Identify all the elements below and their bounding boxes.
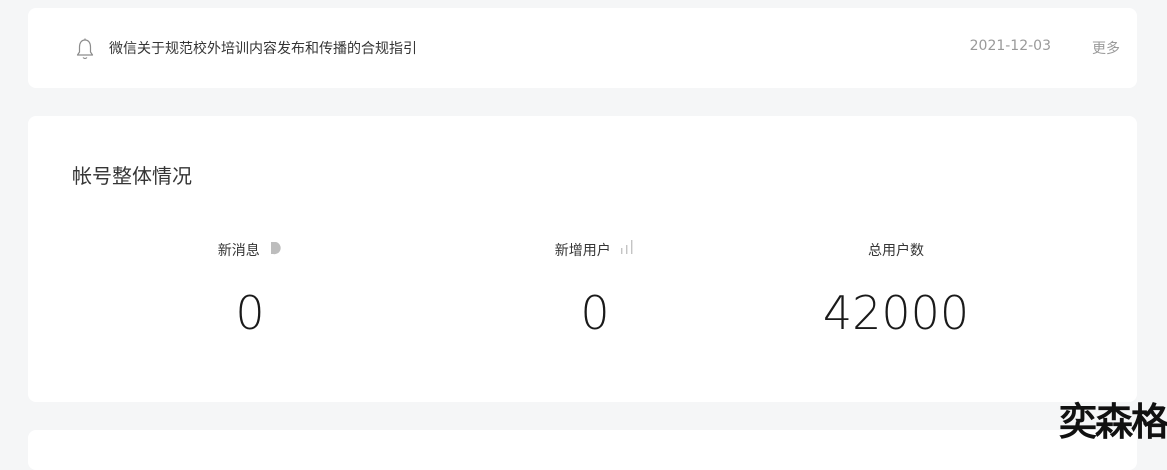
bar-chart-icon[interactable] [619, 236, 635, 266]
next-card [28, 430, 1137, 470]
watermark-logo: 奕森格 [1058, 399, 1167, 444]
notice-title-link[interactable]: 微信关于规范校外培训内容发布和传播的合规指引 [109, 38, 417, 58]
bell-icon [75, 37, 95, 61]
more-link[interactable]: 更多 [1092, 38, 1120, 58]
account-overview-card: 帐号整体情况 新消息 0 新增用户 0 总用户数 42000 [28, 116, 1137, 402]
stat-label: 新消息 [217, 243, 260, 259]
pie-icon[interactable] [268, 236, 282, 266]
notice-bar: 微信关于规范校外培训内容发布和传播的合规指引 2021-12-03 更多 [28, 8, 1137, 88]
stat-total-users: 总用户数 42000 [746, 236, 1046, 338]
stat-label: 新增用户 [554, 243, 611, 259]
stat-value: 0 [580, 286, 610, 340]
stat-new-users: 新增用户 0 [445, 236, 745, 338]
stat-value: 42000 [822, 286, 970, 340]
notice-date: 2021-12-03 [969, 38, 1051, 54]
section-title: 帐号整体情况 [72, 164, 192, 188]
stat-label: 总用户数 [868, 243, 924, 259]
stat-value: 0 [235, 286, 265, 340]
stat-new-messages: 新消息 0 [100, 236, 400, 338]
